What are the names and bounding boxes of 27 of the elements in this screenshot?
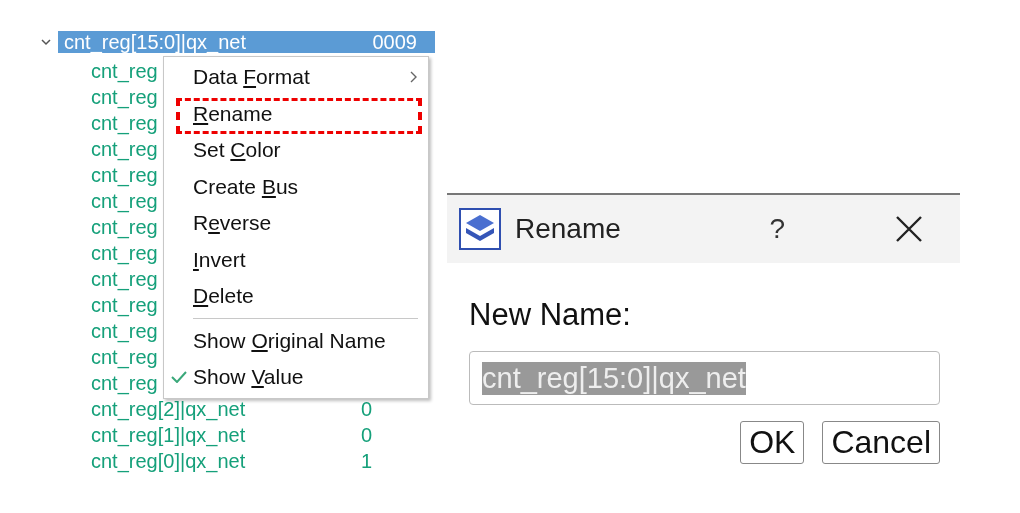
menu-item[interactable]: Invert xyxy=(164,241,428,278)
signal-value: 0 xyxy=(361,423,373,447)
signal-name[interactable]: cnt_reg[2]|qx_net xyxy=(91,397,361,421)
signal-name[interactable]: cnt_reg[1]|qx_net xyxy=(91,423,361,447)
menu-item[interactable]: Rename xyxy=(164,95,428,132)
signal-name[interactable]: cnt_reg[0]|qx_net xyxy=(91,449,361,473)
collapse-icon[interactable] xyxy=(40,36,52,48)
dialog-title: Rename xyxy=(515,213,622,245)
menu-item[interactable]: Create Bus xyxy=(164,168,428,205)
app-icon xyxy=(459,208,501,250)
menu-item[interactable]: Set Color xyxy=(164,132,428,169)
cancel-button[interactable]: Cancel xyxy=(822,421,940,464)
menu-item[interactable]: Show Original Name xyxy=(164,322,428,359)
menu-item[interactable]: Reverse xyxy=(164,205,428,242)
field-label: New Name: xyxy=(469,297,632,333)
menu-item[interactable]: Data Format xyxy=(164,59,428,96)
tree-row[interactable]: cnt_reg[15:0]|qx_net 0009 xyxy=(58,31,435,53)
chevron-right-icon xyxy=(410,71,418,84)
ok-button[interactable]: OK xyxy=(740,421,805,464)
menu-item[interactable]: Delete xyxy=(164,278,428,315)
name-input[interactable]: cnt_reg[15:0]|qx_net xyxy=(469,351,940,405)
close-icon[interactable] xyxy=(894,214,924,244)
menu-item[interactable]: Show Value xyxy=(164,359,428,396)
check-icon xyxy=(171,371,187,383)
signal-value: 0 xyxy=(361,397,373,421)
signal-value: 1 xyxy=(361,449,373,473)
help-button[interactable]: ? xyxy=(769,213,785,245)
